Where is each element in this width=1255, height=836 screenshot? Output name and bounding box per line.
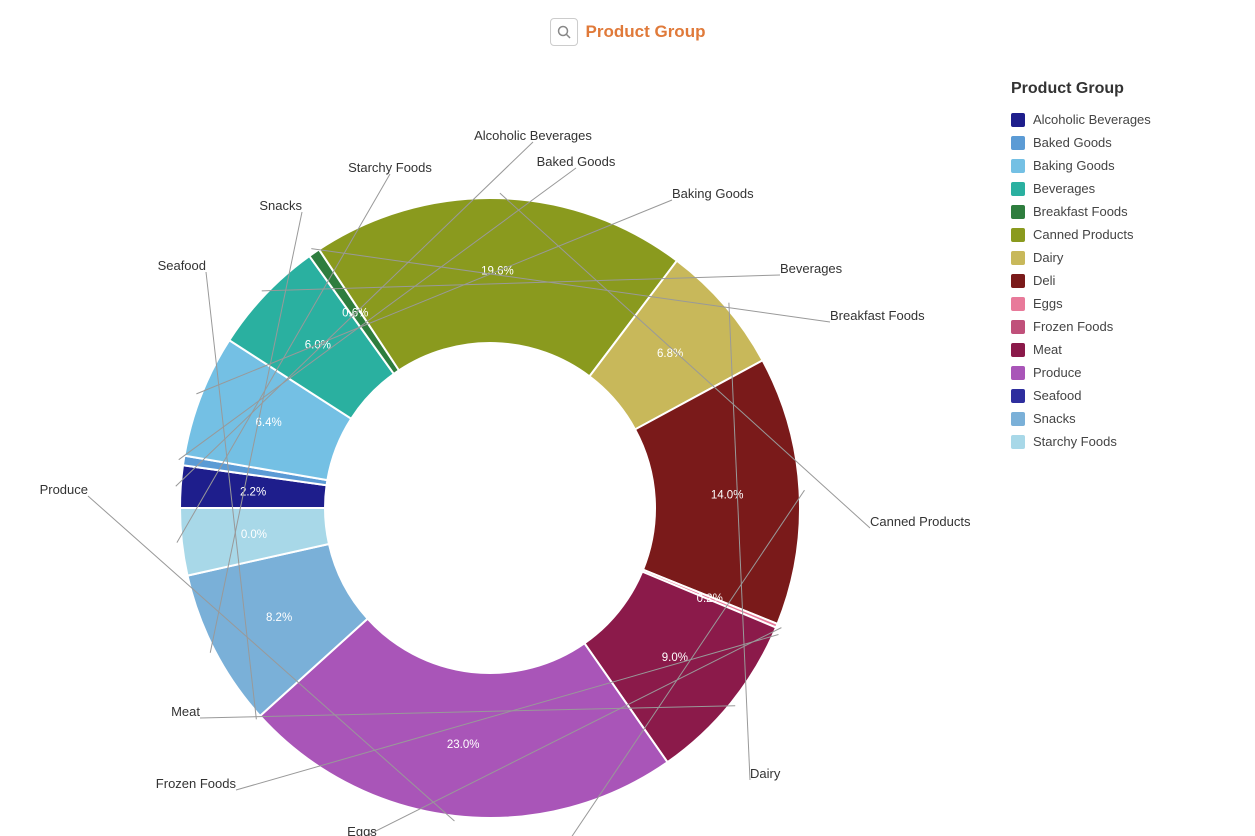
chart-area: 2.2%6.4%6.0%0.6%19.6%6.8%14.0%0.2%9.0%23… xyxy=(0,60,980,836)
legend-swatch xyxy=(1011,251,1025,265)
legend-item: Eggs xyxy=(1011,296,1239,311)
segment-label: Eggs xyxy=(347,824,377,836)
legend-label: Snacks xyxy=(1033,411,1076,426)
legend-label: Meat xyxy=(1033,342,1062,357)
legend-item: Dairy xyxy=(1011,250,1239,265)
segment-label: Canned Products xyxy=(870,514,971,529)
legend-swatch xyxy=(1011,435,1025,449)
segment-label: Dairy xyxy=(750,766,781,781)
segment-label: Alcoholic Beverages xyxy=(474,128,592,143)
legend-label: Seafood xyxy=(1033,388,1081,403)
segment-label: Breakfast Foods xyxy=(830,308,925,323)
legend-swatch xyxy=(1011,412,1025,426)
legend-swatch xyxy=(1011,159,1025,173)
segment-label: Baking Goods xyxy=(672,186,754,201)
legend-label: Frozen Foods xyxy=(1033,319,1113,334)
legend-swatch xyxy=(1011,274,1025,288)
legend-title: Product Group xyxy=(1011,80,1239,98)
legend-label: Baking Goods xyxy=(1033,158,1115,173)
segment-label: Beverages xyxy=(780,261,843,276)
legend-label: Deli xyxy=(1033,273,1055,288)
pct-label: 6.8% xyxy=(657,348,683,360)
legend-item: Snacks xyxy=(1011,411,1239,426)
legend-area: Product Group Alcoholic Beverages Baked … xyxy=(995,60,1255,477)
legend-label: Canned Products xyxy=(1033,227,1133,242)
pct-label: 9.0% xyxy=(662,652,688,664)
pct-label: 0.0% xyxy=(241,529,267,541)
legend-item: Breakfast Foods xyxy=(1011,204,1239,219)
legend-label: Alcoholic Beverages xyxy=(1033,112,1151,127)
legend-swatch xyxy=(1011,182,1025,196)
legend-swatch xyxy=(1011,366,1025,380)
legend-swatch xyxy=(1011,320,1025,334)
title-area: Product Group xyxy=(550,18,706,46)
legend-label: Beverages xyxy=(1033,181,1095,196)
legend-item: Baked Goods xyxy=(1011,135,1239,150)
legend-label: Breakfast Foods xyxy=(1033,204,1128,219)
pct-label: 14.0% xyxy=(711,490,744,502)
legend-item: Canned Products xyxy=(1011,227,1239,242)
legend-swatch xyxy=(1011,297,1025,311)
legend-swatch xyxy=(1011,343,1025,357)
legend-item: Meat xyxy=(1011,342,1239,357)
segment-label: Snacks xyxy=(259,198,302,213)
legend-item: Deli xyxy=(1011,273,1239,288)
legend-item: Beverages xyxy=(1011,181,1239,196)
legend-swatch xyxy=(1011,205,1025,219)
pct-label: 0.2% xyxy=(697,593,723,605)
legend-swatch xyxy=(1011,228,1025,242)
legend-swatch xyxy=(1011,136,1025,150)
legend-label: Produce xyxy=(1033,365,1081,380)
legend-label: Dairy xyxy=(1033,250,1063,265)
legend-item: Starchy Foods xyxy=(1011,434,1239,449)
segment-label: Starchy Foods xyxy=(348,160,432,175)
title-icon xyxy=(550,18,578,46)
legend-item: Baking Goods xyxy=(1011,158,1239,173)
segment-label: Produce xyxy=(40,482,88,497)
segment-label: Meat xyxy=(171,704,200,719)
legend-swatch xyxy=(1011,389,1025,403)
legend-label: Baked Goods xyxy=(1033,135,1112,150)
legend-item: Produce xyxy=(1011,365,1239,380)
legend-item: Frozen Foods xyxy=(1011,319,1239,334)
legend-item: Seafood xyxy=(1011,388,1239,403)
legend-label: Eggs xyxy=(1033,296,1063,311)
segment-label: Frozen Foods xyxy=(156,776,237,791)
legend-label: Starchy Foods xyxy=(1033,434,1117,449)
segment-label: Seafood xyxy=(158,258,206,273)
pct-label: 8.2% xyxy=(266,612,292,624)
pct-label: 23.0% xyxy=(447,739,480,751)
legend-item: Alcoholic Beverages xyxy=(1011,112,1239,127)
legend-swatch xyxy=(1011,113,1025,127)
chart-title: Product Group xyxy=(586,22,706,42)
segment-label: Baked Goods xyxy=(537,154,616,169)
